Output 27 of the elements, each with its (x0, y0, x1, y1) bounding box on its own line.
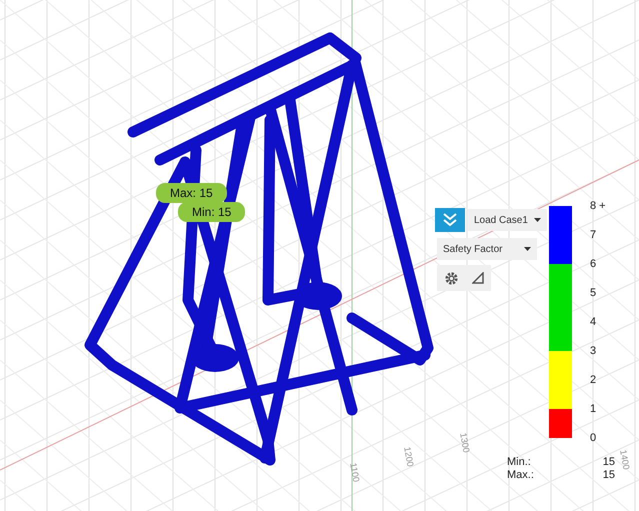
scale-label: 0 (590, 431, 598, 445)
scale-label: 7 (590, 228, 598, 242)
scale-label: 8 + (590, 199, 606, 213)
settings-icon[interactable] (444, 270, 459, 286)
result-type-dropdown[interactable]: Safety Factor (437, 238, 537, 260)
load-case-dropdown[interactable]: Load Case1 (468, 209, 547, 231)
collapse-button[interactable] (435, 208, 465, 232)
caret-icon (534, 218, 541, 222)
summary-label: Max.: (507, 469, 535, 482)
summary-value: 15 (602, 469, 615, 482)
summary-label: Min.: (507, 456, 532, 469)
caret-icon (524, 247, 531, 251)
value-tag: Max: 15 (156, 183, 227, 203)
value-tag: Min: 15 (178, 202, 246, 222)
scale-label: 1 (590, 402, 598, 416)
scale-label: 2 (590, 373, 598, 387)
scale-label: 5 (590, 286, 598, 300)
grid-label: 1400 (618, 449, 632, 470)
grid-label: 1100 (348, 462, 362, 483)
scale-label: 6 (590, 257, 598, 271)
grid-label: 1300 (458, 432, 472, 454)
scale-label: 4 (590, 315, 598, 329)
scale-label: 3 (590, 344, 598, 358)
double-chevron-icon (442, 213, 458, 227)
summary-value: 15 (602, 456, 615, 469)
triangle-icon[interactable] (472, 272, 484, 284)
grid-label: 1200 (402, 446, 416, 468)
